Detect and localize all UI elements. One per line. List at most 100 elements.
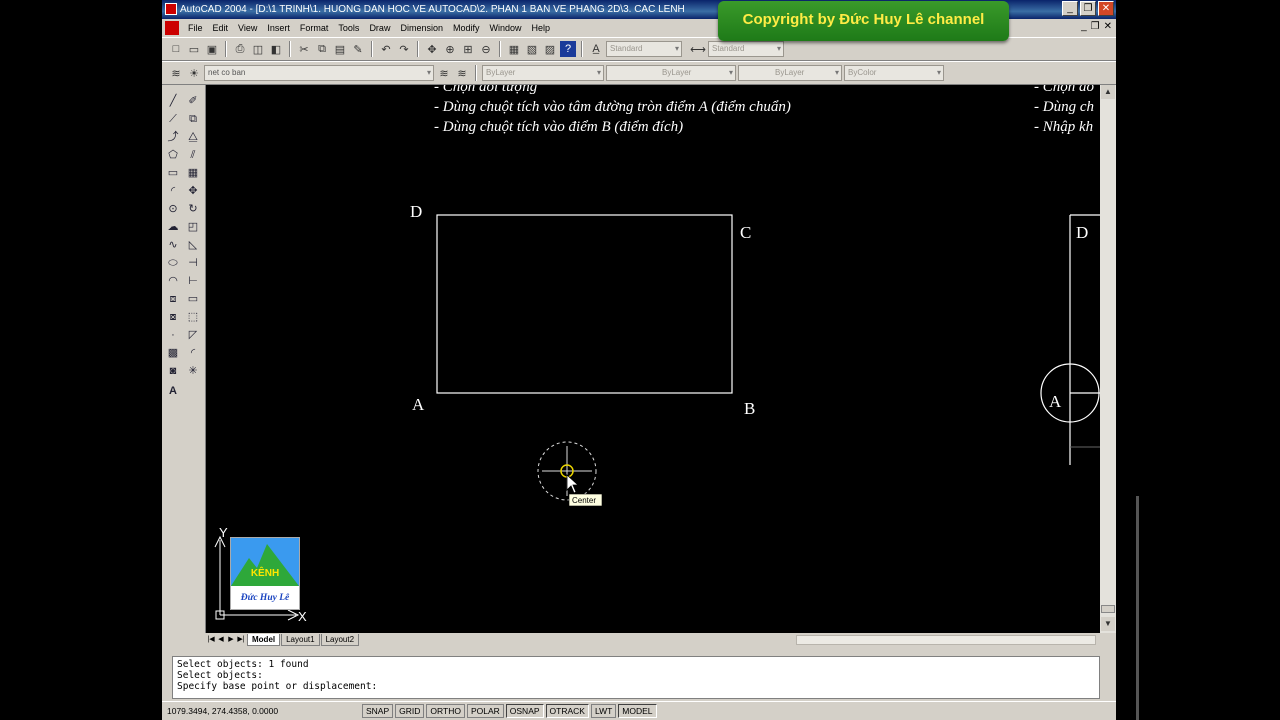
menu-tools[interactable]: Tools — [333, 23, 364, 33]
region-icon[interactable]: ◙ — [165, 363, 181, 379]
match-properties-icon[interactable]: ✎ — [350, 41, 366, 57]
menu-view[interactable]: View — [233, 23, 262, 33]
circle-icon[interactable]: ⊙ — [165, 201, 181, 217]
tool-palettes-icon[interactable]: ▨ — [542, 41, 558, 57]
offset-icon[interactable]: ⫽ — [185, 147, 201, 163]
publish-icon[interactable]: ◧ — [268, 41, 284, 57]
color-select[interactable]: ByLayer — [482, 65, 604, 81]
layer-manager-icon[interactable]: ≋ — [168, 65, 184, 81]
scale-icon[interactable]: ◰ — [185, 219, 201, 235]
make-current-layer-icon[interactable]: ≋ — [436, 65, 452, 81]
close-button[interactable]: ✕ — [1098, 1, 1114, 16]
doc-close-button[interactable]: ✕ — [1104, 21, 1112, 32]
menu-dimension[interactable]: Dimension — [395, 23, 448, 33]
menu-file[interactable]: File — [183, 23, 208, 33]
drawing-area[interactable]: - Chọn đối tượng - Dùng chuột tích vào t… — [206, 85, 1100, 633]
move-icon[interactable]: ✥ — [185, 183, 201, 199]
fillet-icon[interactable]: ◜ — [185, 345, 201, 361]
menu-help[interactable]: Help — [527, 23, 556, 33]
minimize-button[interactable]: _ — [1062, 1, 1078, 16]
layer-select[interactable]: net co ban — [204, 65, 434, 81]
insert-block-icon[interactable]: ⧈ — [165, 291, 181, 307]
polyline-icon[interactable]: ⤴ — [165, 129, 181, 145]
open-icon[interactable]: ▭ — [186, 41, 202, 57]
tab-layout1[interactable]: Layout1 — [281, 634, 320, 646]
construction-line-icon[interactable]: ⟋ — [165, 111, 181, 127]
tab-layout2[interactable]: Layout2 — [320, 634, 360, 646]
text-style-select[interactable]: Standard — [606, 41, 682, 57]
copy-object-icon[interactable]: ⧉ — [185, 111, 201, 127]
make-block-icon[interactable]: ⧇ — [165, 309, 181, 325]
otrack-toggle[interactable]: OTRACK — [545, 704, 589, 718]
plot-preview-icon[interactable]: ◫ — [250, 41, 266, 57]
document-icon[interactable] — [165, 21, 179, 35]
menu-modify[interactable]: Modify — [448, 23, 485, 33]
save-icon[interactable]: ▣ — [204, 41, 220, 57]
scroll-up-icon[interactable]: ▲ — [1101, 85, 1115, 99]
first-tab-icon[interactable]: |◀ — [206, 634, 216, 646]
snap-toggle[interactable]: SNAP — [362, 704, 394, 718]
tab-model[interactable]: Model — [247, 634, 281, 646]
new-icon[interactable]: □ — [168, 41, 184, 57]
extend-icon[interactable]: ⊢ — [185, 273, 201, 289]
arc-icon[interactable]: ◜ — [165, 183, 181, 199]
hatch-icon[interactable]: ▩ — [165, 345, 181, 361]
vertical-scrollbar[interactable]: ▲ ▼ — [1100, 85, 1116, 633]
design-center-icon[interactable]: ▧ — [524, 41, 540, 57]
point-icon[interactable]: · — [165, 327, 181, 343]
zoom-realtime-icon[interactable]: ⊕ — [442, 41, 458, 57]
text-style-icon[interactable]: A̲ — [588, 41, 604, 57]
polygon-icon[interactable]: ⬠ — [165, 147, 181, 163]
polar-toggle[interactable]: POLAR — [466, 704, 504, 718]
properties-icon[interactable]: ▦ — [506, 41, 522, 57]
multiline-text-icon[interactable]: A — [165, 383, 181, 399]
break-icon[interactable]: ▭ — [185, 291, 201, 307]
dim-style-select[interactable]: Standard — [708, 41, 784, 57]
lineweight-select[interactable]: ByLayer — [738, 65, 842, 81]
chamfer-icon[interactable]: ◸ — [185, 327, 201, 343]
lwt-toggle[interactable]: LWT — [590, 704, 617, 718]
line-icon[interactable]: ╱ — [165, 93, 181, 109]
grid-toggle[interactable]: GRID — [395, 704, 425, 718]
model-toggle[interactable]: MODEL — [618, 704, 657, 718]
zoom-window-icon[interactable]: ⊞ — [460, 41, 476, 57]
trim-icon[interactable]: ⊣ — [185, 255, 201, 271]
menu-window[interactable]: Window — [485, 23, 527, 33]
redo-icon[interactable]: ↷ — [396, 41, 412, 57]
explode-icon[interactable]: ✳ — [185, 363, 201, 379]
layer-previous-icon[interactable]: ≋ — [454, 65, 470, 81]
last-tab-icon[interactable]: ▶| — [236, 634, 246, 646]
stretch-icon[interactable]: ◺ — [185, 237, 201, 253]
help-icon[interactable]: ? — [560, 41, 576, 57]
doc-minimize-button[interactable]: _ — [1081, 21, 1087, 32]
menu-insert[interactable]: Insert — [262, 23, 295, 33]
ellipse-arc-icon[interactable]: ◠ — [165, 273, 181, 289]
copy-icon[interactable]: ⧉ — [314, 41, 330, 57]
join-icon[interactable]: ⬚ — [185, 309, 201, 325]
autocad-app-icon[interactable] — [165, 3, 177, 15]
mirror-icon[interactable]: ⧋ — [185, 129, 201, 145]
scroll-down-icon[interactable]: ▼ — [1101, 617, 1115, 631]
command-prompt[interactable]: Specify base point or displacement: — [177, 681, 1095, 692]
scroll-thumb[interactable] — [1101, 605, 1115, 613]
ellipse-icon[interactable]: ⬭ — [165, 255, 181, 271]
cut-icon[interactable]: ✂ — [296, 41, 312, 57]
rectangle-icon[interactable]: ▭ — [165, 165, 181, 181]
rotate-icon[interactable]: ↻ — [185, 201, 201, 217]
prev-tab-icon[interactable]: ◀ — [216, 634, 226, 646]
menu-draw[interactable]: Draw — [364, 23, 395, 33]
revision-cloud-icon[interactable]: ☁ — [165, 219, 181, 235]
next-tab-icon[interactable]: ▶ — [226, 634, 236, 646]
layer-on-icon[interactable]: ☀ — [186, 65, 202, 81]
paste-icon[interactable]: ▤ — [332, 41, 348, 57]
osnap-toggle[interactable]: OSNAP — [505, 704, 544, 718]
array-icon[interactable]: ▦ — [185, 165, 201, 181]
linetype-select[interactable]: ByLayer — [606, 65, 736, 81]
erase-icon[interactable]: ✐ — [185, 93, 201, 109]
ortho-toggle[interactable]: ORTHO — [426, 704, 465, 718]
spline-icon[interactable]: ∿ — [165, 237, 181, 253]
doc-restore-button[interactable]: ❐ — [1091, 21, 1100, 32]
pan-icon[interactable]: ✥ — [424, 41, 440, 57]
command-window[interactable]: Select objects: 1 found Select objects: … — [172, 656, 1100, 699]
print-icon[interactable]: ⎙ — [232, 41, 248, 57]
